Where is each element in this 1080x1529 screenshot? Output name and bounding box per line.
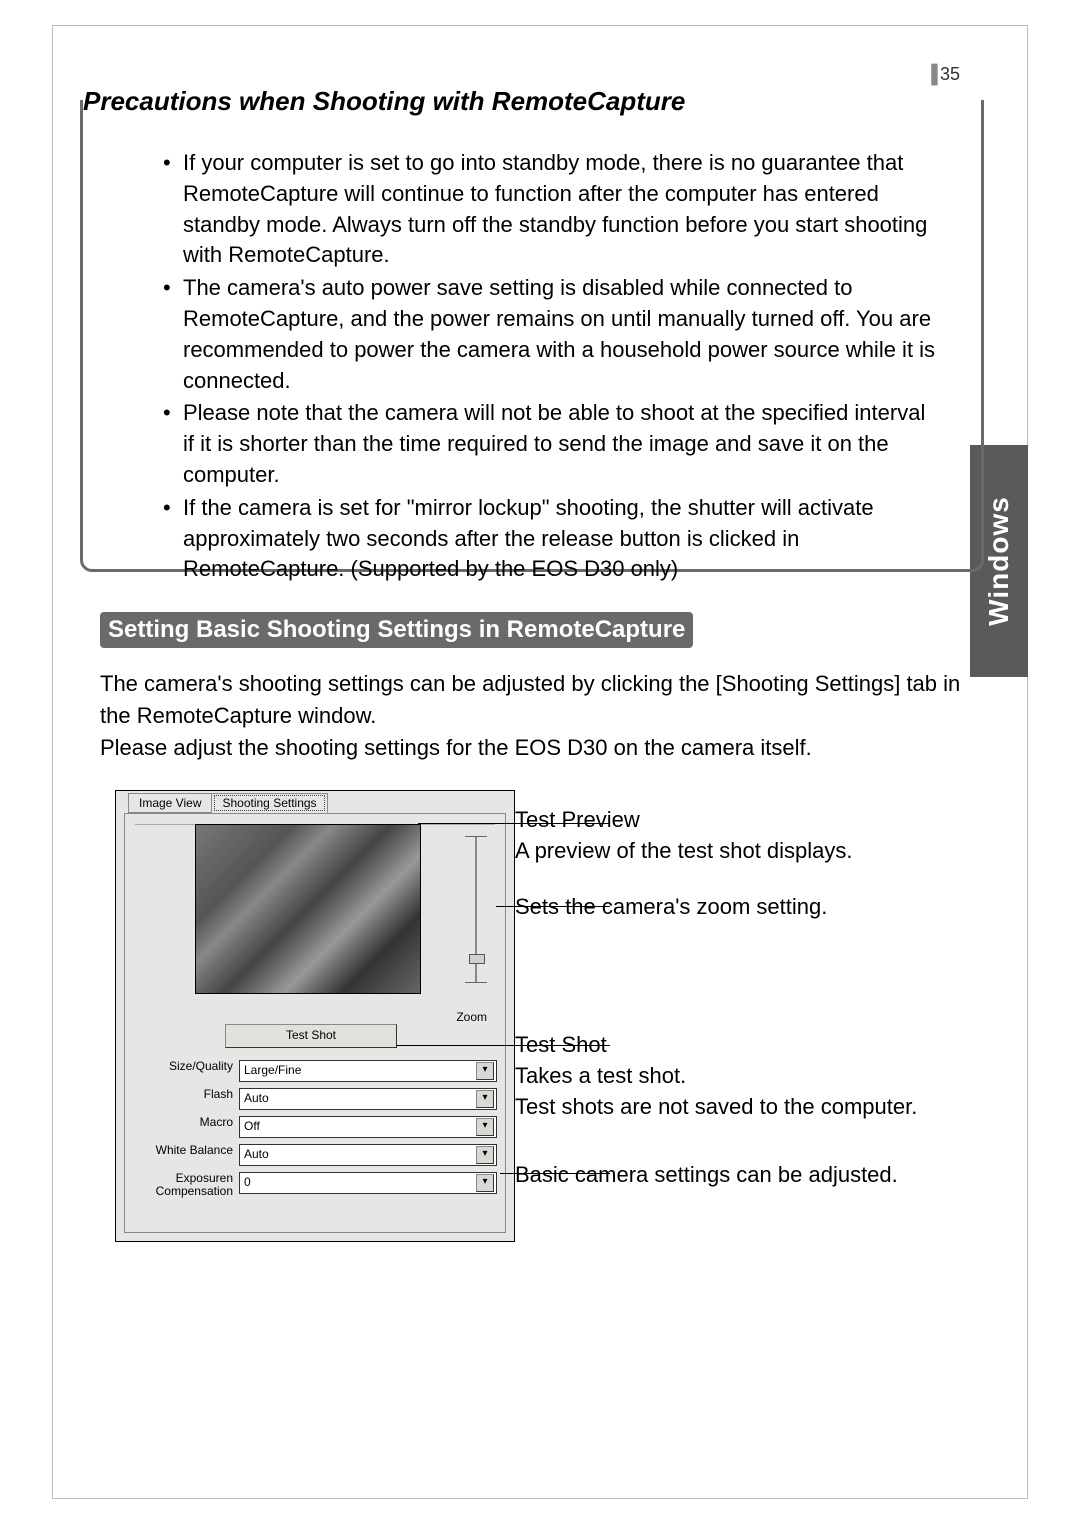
setting-label: White Balance: [133, 1144, 239, 1157]
precaution-item: Please note that the camera will not be …: [163, 398, 941, 490]
callout-zoom: Sets the camera's zoom setting.: [515, 892, 827, 923]
setting-exposure-compensation: Exposuren Compensation 0: [133, 1172, 497, 1198]
page-number: 35: [931, 64, 960, 85]
setting-macro: Macro Off: [133, 1116, 497, 1138]
callout-desc: Sets the camera's zoom setting.: [515, 894, 827, 919]
precaution-item: The camera's auto power save setting is …: [163, 273, 941, 396]
callout-title: Test Preview: [515, 807, 640, 832]
size-quality-select[interactable]: Large/Fine: [239, 1060, 497, 1082]
white-balance-select[interactable]: Auto: [239, 1144, 497, 1166]
tab-image-view[interactable]: Image View: [128, 793, 212, 813]
precautions-title: Precautions when Shooting with RemoteCap…: [83, 86, 693, 117]
setting-size-quality: Size/Quality Large/Fine: [133, 1060, 497, 1082]
section-body-text: The camera's shooting settings can be ad…: [100, 668, 980, 764]
zoom-label: Zoom: [456, 1010, 487, 1024]
exposure-compensation-select[interactable]: 0: [239, 1172, 497, 1194]
precautions-list: If your computer is set to go into stand…: [163, 148, 941, 585]
callout-title: Test Shot: [515, 1032, 607, 1057]
callout-desc: Takes a test shot.: [515, 1063, 686, 1088]
tab-shooting-settings[interactable]: Shooting Settings: [211, 793, 327, 813]
section-heading: Setting Basic Shooting Settings in Remot…: [100, 612, 693, 648]
zoom-slider[interactable]: [469, 824, 483, 994]
precaution-item: If your computer is set to go into stand…: [163, 148, 941, 271]
precaution-item: If the camera is set for "mirror lockup"…: [163, 493, 941, 585]
settings-list: Size/Quality Large/Fine Flash Auto Macro…: [133, 1060, 497, 1204]
setting-label: Exposuren Compensation: [133, 1172, 239, 1198]
callout-preview: Test Preview A preview of the test shot …: [515, 805, 853, 867]
remotecapture-screenshot: Image View Shooting Settings Zoom Test S…: [115, 790, 515, 1242]
tab-bar: Image View Shooting Settings: [128, 793, 327, 813]
test-preview-image: [195, 824, 421, 994]
callout-testshot: Test Shot Takes a test shot. Test shots …: [515, 1030, 917, 1122]
callout-desc: A preview of the test shot displays.: [515, 838, 853, 863]
setting-label: Flash: [133, 1088, 239, 1101]
flash-select[interactable]: Auto: [239, 1088, 497, 1110]
setting-white-balance: White Balance Auto: [133, 1144, 497, 1166]
precautions-box: Precautions when Shooting with RemoteCap…: [80, 100, 984, 572]
test-shot-button[interactable]: Test Shot: [225, 1024, 397, 1048]
document-page: 35 Windows Precautions when Shooting wit…: [0, 0, 1080, 1529]
zoom-thumb[interactable]: [469, 954, 485, 964]
macro-select[interactable]: Off: [239, 1116, 497, 1138]
setting-label: Macro: [133, 1116, 239, 1129]
setting-flash: Flash Auto: [133, 1088, 497, 1110]
shooting-settings-panel: Zoom Test Shot Size/Quality Large/Fine F…: [124, 813, 506, 1233]
setting-label: Size/Quality: [133, 1060, 239, 1073]
callout-desc: Test shots are not saved to the computer…: [515, 1094, 917, 1119]
callout-settings: Basic camera settings can be adjusted.: [515, 1160, 898, 1191]
callout-desc: Basic camera settings can be adjusted.: [515, 1162, 898, 1187]
os-tab-label: Windows: [983, 496, 1015, 626]
